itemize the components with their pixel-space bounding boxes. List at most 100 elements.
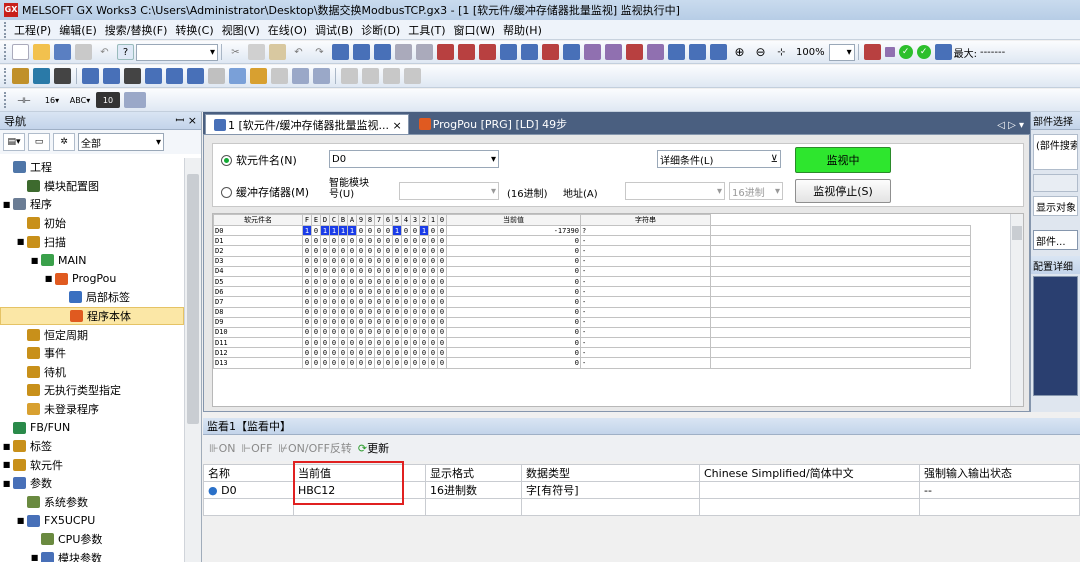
ladder-icon-11[interactable] — [647, 44, 664, 60]
grid-bit-cell[interactable]: 0 — [410, 275, 420, 288]
grid-row[interactable]: D12 0 0 0 0 0 0 0 0 0 0 0 0 0 0 0 0 0- — [213, 347, 971, 359]
grid-bit-cell[interactable]: 0 — [401, 255, 411, 267]
address-combo[interactable]: ▾ — [625, 182, 725, 200]
grid-bit-cell[interactable]: 0 — [419, 296, 429, 308]
grid-bit-cell[interactable]: 0 — [320, 245, 330, 257]
tree-item[interactable]: ■ 模块参数 — [0, 548, 184, 562]
watch-on-button[interactable]: ⊪ON — [209, 442, 235, 455]
grid-bit-cell[interactable]: 0 — [338, 296, 348, 308]
grid-bit-cell[interactable]: 0 — [356, 316, 366, 328]
grid-bit-cell[interactable]: 0 — [392, 357, 402, 369]
zoom-dropdown[interactable]: ▾ — [828, 43, 855, 61]
expand-icon[interactable]: ■ — [44, 274, 53, 283]
grid-bit-cell[interactable]: 0 — [392, 316, 402, 328]
grid-bit-cell[interactable]: 0 — [365, 296, 375, 308]
grid-string-cell[interactable]: - — [580, 306, 711, 318]
tree-item[interactable]: 模块配置图 — [0, 177, 184, 196]
grid-bit-cell[interactable]: 0 — [356, 245, 366, 257]
compile-icon[interactable] — [12, 68, 29, 84]
ladder-tool-4-icon[interactable]: 10 — [96, 92, 120, 108]
ladder-tool-2-icon[interactable]: 16▾ — [40, 92, 64, 108]
grid-device-cell[interactable]: D3 — [213, 255, 303, 267]
grid-bit-cell[interactable]: 0 — [437, 224, 447, 237]
menu-diagnostics[interactable]: 诊断(D) — [357, 22, 404, 38]
grid-bit-cell[interactable]: 0 — [383, 265, 393, 277]
grid-string-cell[interactable]: - — [580, 347, 711, 359]
grid-row[interactable]: D6 0 0 0 0 0 0 0 0 0 0 0 0 0 0 0 0 0- — [213, 286, 971, 298]
ladder-icon-13[interactable] — [689, 44, 706, 60]
grid-bit-cell[interactable]: 0 — [329, 296, 339, 308]
grid-bit-cell[interactable]: 0 — [329, 265, 339, 277]
grid-bit-cell[interactable]: 0 — [410, 326, 420, 339]
grid-bit-cell[interactable]: 1 — [338, 224, 348, 237]
tree-item[interactable]: ■ FX5UCPU — [0, 511, 184, 530]
grid-current-value-cell[interactable]: 0 — [446, 245, 581, 257]
grid-bit-cell[interactable]: 0 — [437, 296, 447, 308]
grid-bit-cell[interactable]: 0 — [374, 326, 384, 339]
grid-bit-cell[interactable]: 0 — [401, 357, 411, 369]
grid-bit-cell[interactable]: 0 — [356, 265, 366, 277]
ladder-icon-2[interactable] — [458, 44, 475, 60]
tree-item[interactable]: 未登录程序 — [0, 400, 184, 419]
grid-bit-cell[interactable]: 0 — [401, 326, 411, 339]
grid-bit-cell[interactable]: 0 — [356, 347, 366, 359]
grid-bit-cell[interactable]: 0 — [329, 286, 339, 298]
grid-bit-cell[interactable]: 0 — [329, 255, 339, 267]
grid-row[interactable]: D1 0 0 0 0 0 0 0 0 0 0 0 0 0 0 0 0 0- — [213, 235, 971, 247]
grid-current-value-cell[interactable]: 0 — [446, 255, 581, 267]
grid-bit-cell[interactable]: 0 — [347, 235, 357, 247]
grid-bit-cell[interactable]: 0 — [329, 357, 339, 369]
grid-bit-cell[interactable]: 1 — [329, 224, 339, 237]
grid-bit-cell[interactable]: 0 — [383, 357, 393, 369]
nav-gear-icon[interactable]: ✲ — [53, 133, 75, 151]
offline-icon[interactable] — [416, 44, 433, 60]
window-icon-2[interactable] — [103, 68, 120, 84]
grid-bit-cell[interactable]: 0 — [428, 255, 438, 267]
menu-find-replace[interactable]: 搜索/替换(F) — [101, 22, 172, 38]
tree-item[interactable]: 待机 — [0, 363, 184, 382]
grid-bit-cell[interactable]: 0 — [311, 286, 321, 298]
watch-off-button[interactable]: ⊩OFF — [241, 442, 272, 455]
display-target[interactable]: 显示对象 — [1033, 196, 1078, 216]
grid-bit-cell[interactable]: 0 — [383, 296, 393, 308]
window-icon-6[interactable] — [187, 68, 204, 84]
grid-bit-cell[interactable]: 0 — [437, 255, 447, 267]
grid-bit-cell[interactable]: 0 — [383, 245, 393, 257]
grid-bit-cell[interactable]: 0 — [302, 347, 312, 359]
grid-bit-cell[interactable]: 0 — [311, 245, 321, 257]
grid-bit-cell[interactable]: 0 — [347, 265, 357, 277]
grid-bit-cell[interactable]: 0 — [365, 235, 375, 247]
print-icon[interactable] — [75, 44, 92, 60]
grid-bit-cell[interactable]: 0 — [320, 326, 330, 339]
grid-bit-cell[interactable]: 0 — [329, 235, 339, 247]
grid-bit-cell[interactable]: 0 — [437, 357, 447, 369]
grid-bit-cell[interactable]: 0 — [302, 245, 312, 257]
toolbar-combo[interactable]: ▾ — [136, 43, 218, 61]
tree-item[interactable]: 工程 — [0, 158, 184, 177]
grid-device-cell[interactable]: D1 — [213, 235, 303, 247]
grid-bit-cell[interactable]: 0 — [419, 265, 429, 277]
grid-bit-cell[interactable]: 0 — [383, 337, 393, 349]
grid-bit-cell[interactable]: 0 — [401, 265, 411, 277]
grid-bit-cell[interactable]: 0 — [428, 286, 438, 298]
grid-bit-cell[interactable]: 0 — [401, 337, 411, 349]
tree-item[interactable]: 恒定周期 — [0, 325, 184, 344]
grid-bit-cell[interactable]: 0 — [419, 255, 429, 267]
grid-bit-cell[interactable]: 0 — [392, 255, 402, 267]
grid-bit-cell[interactable]: 0 — [419, 326, 429, 339]
grid-bit-cell[interactable]: 0 — [338, 235, 348, 247]
grid-device-cell[interactable]: D4 — [213, 265, 303, 277]
grid-bit-cell[interactable]: 0 — [392, 275, 402, 288]
grid-bit-cell[interactable]: 0 — [365, 275, 375, 288]
grid-bit-cell[interactable]: 0 — [401, 275, 411, 288]
grid-bit-cell[interactable]: 0 — [374, 296, 384, 308]
grid-bit-cell[interactable]: 0 — [302, 275, 312, 288]
nav-pin-close[interactable]: ꟷ × — [175, 113, 197, 128]
grid-row[interactable]: D13 0 0 0 0 0 0 0 0 0 0 0 0 0 0 0 0 0- — [213, 357, 971, 369]
nav-scroll-thumb[interactable] — [187, 174, 199, 424]
grid-bit-cell[interactable]: 0 — [392, 296, 402, 308]
grid-bit-cell[interactable]: 0 — [401, 347, 411, 359]
ladder-icon-1[interactable] — [437, 44, 454, 60]
grid-string-cell[interactable]: - — [580, 235, 711, 247]
grid-bit-cell[interactable]: 0 — [410, 265, 420, 277]
